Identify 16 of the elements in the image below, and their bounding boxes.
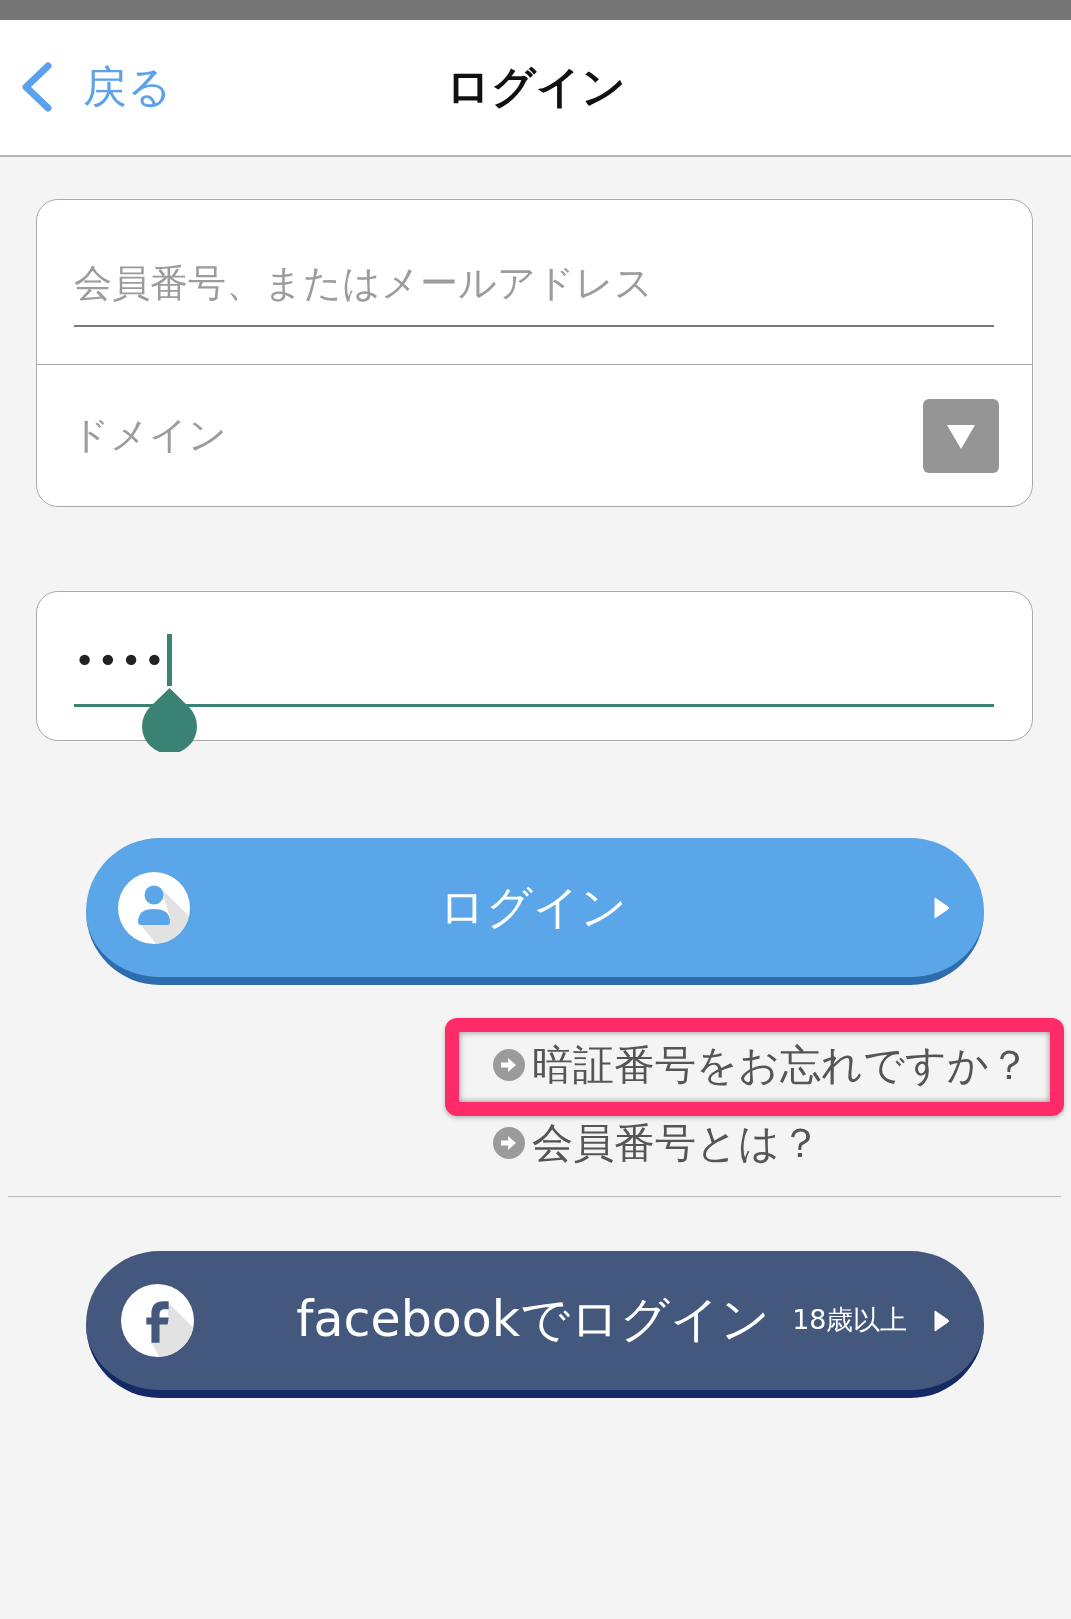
age-note: 18歳以上 (792, 1304, 908, 1337)
user-avatar-icon (117, 871, 190, 944)
pin-field[interactable]: •••• (74, 626, 994, 752)
f-logo-icon (120, 1284, 194, 1357)
text-handle-icon[interactable] (141, 688, 197, 752)
help-link[interactable]: 暗証番号をお忘れですか？ (493, 1040, 1030, 1090)
facebook-login-button[interactable]: facebookでログイン 18歳以上 (85, 1251, 984, 1398)
arrow-circle-icon (493, 1127, 525, 1159)
page-title: ログイン (445, 61, 626, 114)
arrow-circle-icon (493, 1049, 525, 1081)
text-caret-icon (166, 634, 172, 686)
chevron-left-icon (21, 62, 53, 113)
help-link[interactable]: 会員番号とは？ (493, 1118, 821, 1168)
play-arrow-icon (933, 1309, 949, 1332)
play-arrow-icon (933, 896, 949, 919)
member-id-field[interactable]: 会員番号、またはメールアドレス (74, 255, 994, 327)
